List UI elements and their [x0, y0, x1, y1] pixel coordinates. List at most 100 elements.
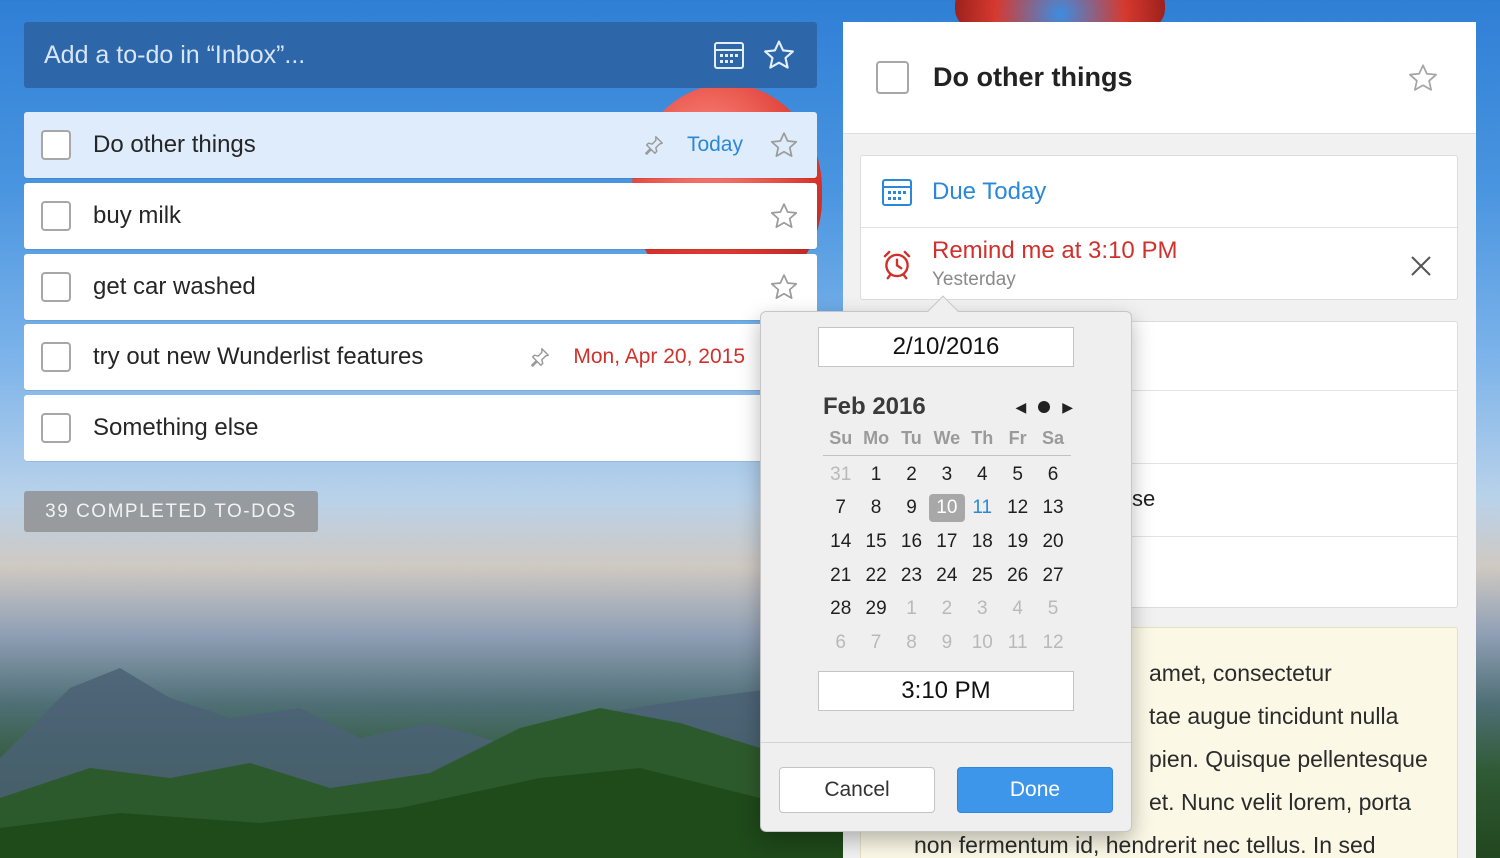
reminder-row[interactable]: Remind me at 3:10 PM Yesterday: [861, 228, 1457, 300]
task-row[interactable]: try out new Wunderlist features Mon, Apr…: [24, 324, 817, 390]
alarm-clock-icon: [880, 247, 914, 281]
calendar-day[interactable]: 5: [1035, 598, 1070, 620]
calendar-day[interactable]: 14: [823, 531, 858, 553]
task-title: Something else: [93, 414, 259, 441]
calendar-day[interactable]: 16: [894, 531, 929, 553]
calendar-day[interactable]: 28: [823, 598, 858, 620]
star-icon[interactable]: [761, 37, 797, 73]
task-checkbox[interactable]: [41, 272, 71, 302]
weekday-label: Tu: [901, 428, 922, 448]
star-icon[interactable]: [767, 270, 801, 304]
task-row[interactable]: get car washed: [24, 254, 817, 320]
calendar-day[interactable]: 9: [894, 497, 929, 519]
calendar-day[interactable]: 9: [929, 632, 964, 654]
reminder-sub: Yesterday: [932, 269, 1016, 290]
calendar-week: 14 15 16 17 18 19 20: [823, 525, 1071, 559]
calendar-day[interactable]: 4: [965, 464, 1000, 486]
task-checkbox[interactable]: [41, 201, 71, 231]
detail-checkbox[interactable]: [876, 61, 909, 94]
weekday-label: Th: [971, 428, 994, 448]
task-title: get car washed: [93, 273, 256, 300]
weekday-header: Su Mo Tu We Th Fr Sa: [823, 428, 1071, 456]
calendar-day[interactable]: 2: [929, 598, 964, 620]
today-dot-icon[interactable]: [1038, 401, 1051, 413]
month-label: Feb 2016: [823, 393, 926, 420]
calendar-day[interactable]: 8: [858, 497, 893, 519]
calendar-day[interactable]: 12: [1035, 632, 1070, 654]
task-checkbox[interactable]: [41, 342, 71, 372]
star-icon[interactable]: [767, 199, 801, 233]
star-icon[interactable]: [1406, 61, 1440, 95]
calendar-day[interactable]: 24: [929, 565, 964, 587]
calendar-day[interactable]: 5: [1000, 464, 1035, 486]
calendar-day[interactable]: 3: [929, 464, 964, 486]
popover-divider: [761, 742, 1131, 743]
calendar-week: 7 8 9 10 11 12 13: [823, 492, 1071, 526]
calendar-day[interactable]: 11: [965, 497, 1000, 519]
calendar-day[interactable]: 19: [1000, 531, 1035, 553]
calendar-week: 31 1 2 3 4 5 6: [823, 458, 1071, 492]
due-reminder-card: Due Today Remind me at 3:10 PM Yesterday: [860, 155, 1458, 300]
calendar-day[interactable]: 18: [965, 531, 1000, 553]
task-row[interactable]: Something else: [24, 395, 817, 461]
calendar-day[interactable]: 12: [1000, 497, 1035, 519]
done-button[interactable]: Done: [957, 767, 1113, 813]
time-input[interactable]: 3:10 PM: [818, 671, 1074, 711]
calendar-day[interactable]: 23: [894, 565, 929, 587]
calendar-day[interactable]: 27: [1035, 565, 1070, 587]
cancel-button[interactable]: Cancel: [779, 767, 935, 813]
weekday-label: We: [933, 428, 961, 448]
reminder-text: Remind me at 3:10 PM Yesterday: [932, 237, 1177, 291]
calendar-day[interactable]: 11: [1000, 632, 1035, 654]
date-input[interactable]: 2/10/2016: [818, 327, 1074, 367]
task-title: buy milk: [93, 202, 182, 229]
detail-header: Do other things: [843, 22, 1476, 134]
calendar-day[interactable]: 25: [965, 565, 1000, 587]
calendar-icon: [880, 175, 914, 209]
task-row[interactable]: Do other things Today: [24, 112, 817, 178]
reminder-label: Remind me at 3:10 PM: [932, 237, 1178, 264]
calendar-week: 21 22 23 24 25 26 27: [823, 559, 1071, 593]
add-todo-bar[interactable]: Add a to-do in “Inbox”...: [24, 22, 817, 88]
calendar-day[interactable]: 31: [823, 464, 858, 486]
calendar-day[interactable]: 7: [858, 632, 893, 654]
add-todo-input[interactable]: Add a to-do in “Inbox”...: [44, 41, 697, 70]
task-checkbox[interactable]: [41, 413, 71, 443]
calendar-week: 28 29 1 2 3 4 5: [823, 592, 1071, 626]
calendar-day[interactable]: 6: [1035, 464, 1070, 486]
task-row[interactable]: buy milk: [24, 183, 817, 249]
calendar-day[interactable]: 1: [894, 598, 929, 620]
calendar-day[interactable]: 13: [1035, 497, 1070, 519]
close-icon[interactable]: [1407, 252, 1435, 280]
calendar-day[interactable]: 8: [894, 632, 929, 654]
pin-icon: [641, 132, 667, 158]
calendar-day[interactable]: 26: [1000, 565, 1035, 587]
next-month-arrow-icon[interactable]: ▶: [1062, 399, 1073, 416]
star-icon[interactable]: [767, 128, 801, 162]
calendar-day[interactable]: 22: [858, 565, 893, 587]
detail-title[interactable]: Do other things: [933, 62, 1406, 93]
calendar-header: Feb 2016 ◀ ▶: [823, 392, 1073, 422]
calendar-day[interactable]: 10: [929, 494, 965, 523]
weekday-label: Fr: [1008, 428, 1027, 448]
calendar-day[interactable]: 4: [1000, 598, 1035, 620]
calendar-icon[interactable]: [711, 37, 747, 73]
calendar-day[interactable]: 1: [858, 464, 893, 486]
pin-icon: [527, 344, 553, 370]
calendar-day[interactable]: 15: [858, 531, 893, 553]
completed-todos-button[interactable]: 39 COMPLETED TO-DOS: [24, 491, 318, 532]
calendar-day[interactable]: 17: [929, 531, 964, 553]
due-date-row[interactable]: Due Today: [861, 156, 1457, 228]
calendar-day[interactable]: 20: [1035, 531, 1070, 553]
calendar-day[interactable]: 29: [858, 598, 893, 620]
calendar-day[interactable]: 2: [894, 464, 929, 486]
calendar-day[interactable]: 21: [823, 565, 858, 587]
calendar-day[interactable]: 7: [823, 497, 858, 519]
reminder-picker-popover: 2/10/2016 Feb 2016 ◀ ▶ Su Mo Tu We Th Fr…: [760, 295, 1132, 832]
calendar-day[interactable]: 10: [965, 632, 1000, 654]
task-checkbox[interactable]: [41, 130, 71, 160]
weekday-label: Sa: [1042, 428, 1065, 448]
prev-month-arrow-icon[interactable]: ◀: [1015, 399, 1026, 416]
calendar-day[interactable]: 3: [965, 598, 1000, 620]
calendar-day[interactable]: 6: [823, 632, 858, 654]
